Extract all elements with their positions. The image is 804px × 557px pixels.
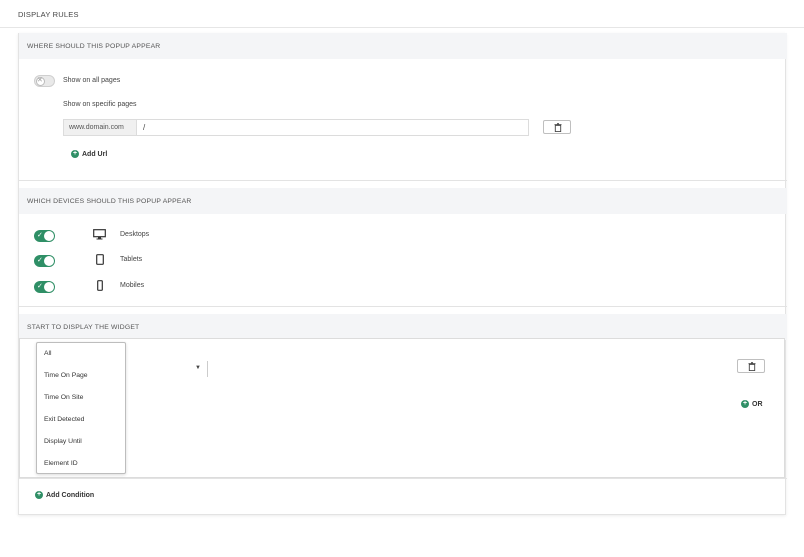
divider bbox=[19, 180, 787, 181]
section-title-devices: WHICH DEVICES SHOULD THIS POPUP APPEAR bbox=[27, 198, 192, 205]
condition-select[interactable]: ▼ bbox=[120, 361, 208, 377]
toggle-knob bbox=[44, 231, 54, 241]
section-header-start: START TO DISPLAY THE WIDGET bbox=[19, 314, 787, 340]
delete-url-button[interactable] bbox=[543, 120, 571, 134]
caret-down-icon: ▼ bbox=[195, 365, 201, 371]
add-url-button[interactable]: + Add Url bbox=[71, 150, 107, 158]
or-label: OR bbox=[752, 400, 763, 408]
display-rules-panel: WHERE SHOULD THIS POPUP APPEAR ✕ Show on… bbox=[18, 33, 787, 515]
divider bbox=[19, 306, 787, 307]
plus-circle-icon: + bbox=[71, 150, 79, 158]
desktop-icon bbox=[93, 229, 106, 240]
show-all-pages-toggle[interactable]: ✕ bbox=[34, 75, 55, 87]
toggle-knob bbox=[44, 282, 54, 292]
delete-condition-button[interactable] bbox=[737, 359, 765, 373]
add-url-label: Add Url bbox=[82, 150, 108, 158]
page-title: DISPLAY RULES bbox=[18, 10, 79, 19]
dropdown-option-time-on-site[interactable]: Time On Site bbox=[44, 394, 83, 401]
section-header-where: WHERE SHOULD THIS POPUP APPEAR bbox=[19, 33, 787, 59]
add-condition-button[interactable]: + Add Condition bbox=[35, 491, 94, 499]
condition-group: ▼ bbox=[19, 338, 785, 478]
mobile-icon bbox=[97, 280, 103, 291]
toggle-knob bbox=[44, 256, 54, 266]
section-header-devices: WHICH DEVICES SHOULD THIS POPUP APPEAR bbox=[19, 188, 787, 214]
trash-icon bbox=[748, 362, 756, 371]
dropdown-option-element-id[interactable]: Element ID bbox=[44, 460, 78, 467]
top-bar: DISPLAY RULES bbox=[0, 0, 804, 28]
or-button[interactable]: + OR bbox=[741, 400, 763, 408]
url-path-input[interactable]: / bbox=[137, 119, 529, 136]
section-title-where: WHERE SHOULD THIS POPUP APPEAR bbox=[27, 43, 161, 50]
device-label-mobiles: Mobiles bbox=[120, 282, 145, 289]
close-icon: ✕ bbox=[37, 77, 43, 84]
add-condition-label: Add Condition bbox=[46, 491, 95, 499]
dropdown-option-all[interactable]: All bbox=[44, 350, 52, 357]
trash-icon bbox=[554, 123, 562, 132]
desktops-toggle[interactable]: ✓ bbox=[34, 230, 55, 242]
dropdown-option-display-until[interactable]: Display Until bbox=[44, 438, 82, 445]
check-icon: ✓ bbox=[37, 283, 43, 290]
device-label-desktops: Desktops bbox=[120, 231, 150, 238]
tablet-icon bbox=[96, 254, 104, 265]
plus-circle-icon: + bbox=[35, 491, 43, 499]
show-all-pages-label: Show on all pages bbox=[63, 77, 121, 84]
show-specific-pages-label: Show on specific pages bbox=[63, 101, 137, 108]
url-prefix: www.domain.com bbox=[63, 119, 137, 136]
check-icon: ✓ bbox=[37, 257, 43, 264]
tablets-toggle[interactable]: ✓ bbox=[34, 255, 55, 267]
condition-dropdown-menu: All Time On Page Time On Site Exit Detec… bbox=[36, 342, 126, 474]
section-title-start: START TO DISPLAY THE WIDGET bbox=[27, 324, 140, 331]
plus-circle-icon: + bbox=[741, 400, 749, 408]
device-label-tablets: Tablets bbox=[120, 256, 143, 263]
divider bbox=[19, 478, 787, 479]
check-icon: ✓ bbox=[37, 232, 43, 239]
mobiles-toggle[interactable]: ✓ bbox=[34, 281, 55, 293]
dropdown-option-exit-detected[interactable]: Exit Detected bbox=[44, 416, 84, 423]
dropdown-option-time-on-page[interactable]: Time On Page bbox=[44, 372, 88, 379]
